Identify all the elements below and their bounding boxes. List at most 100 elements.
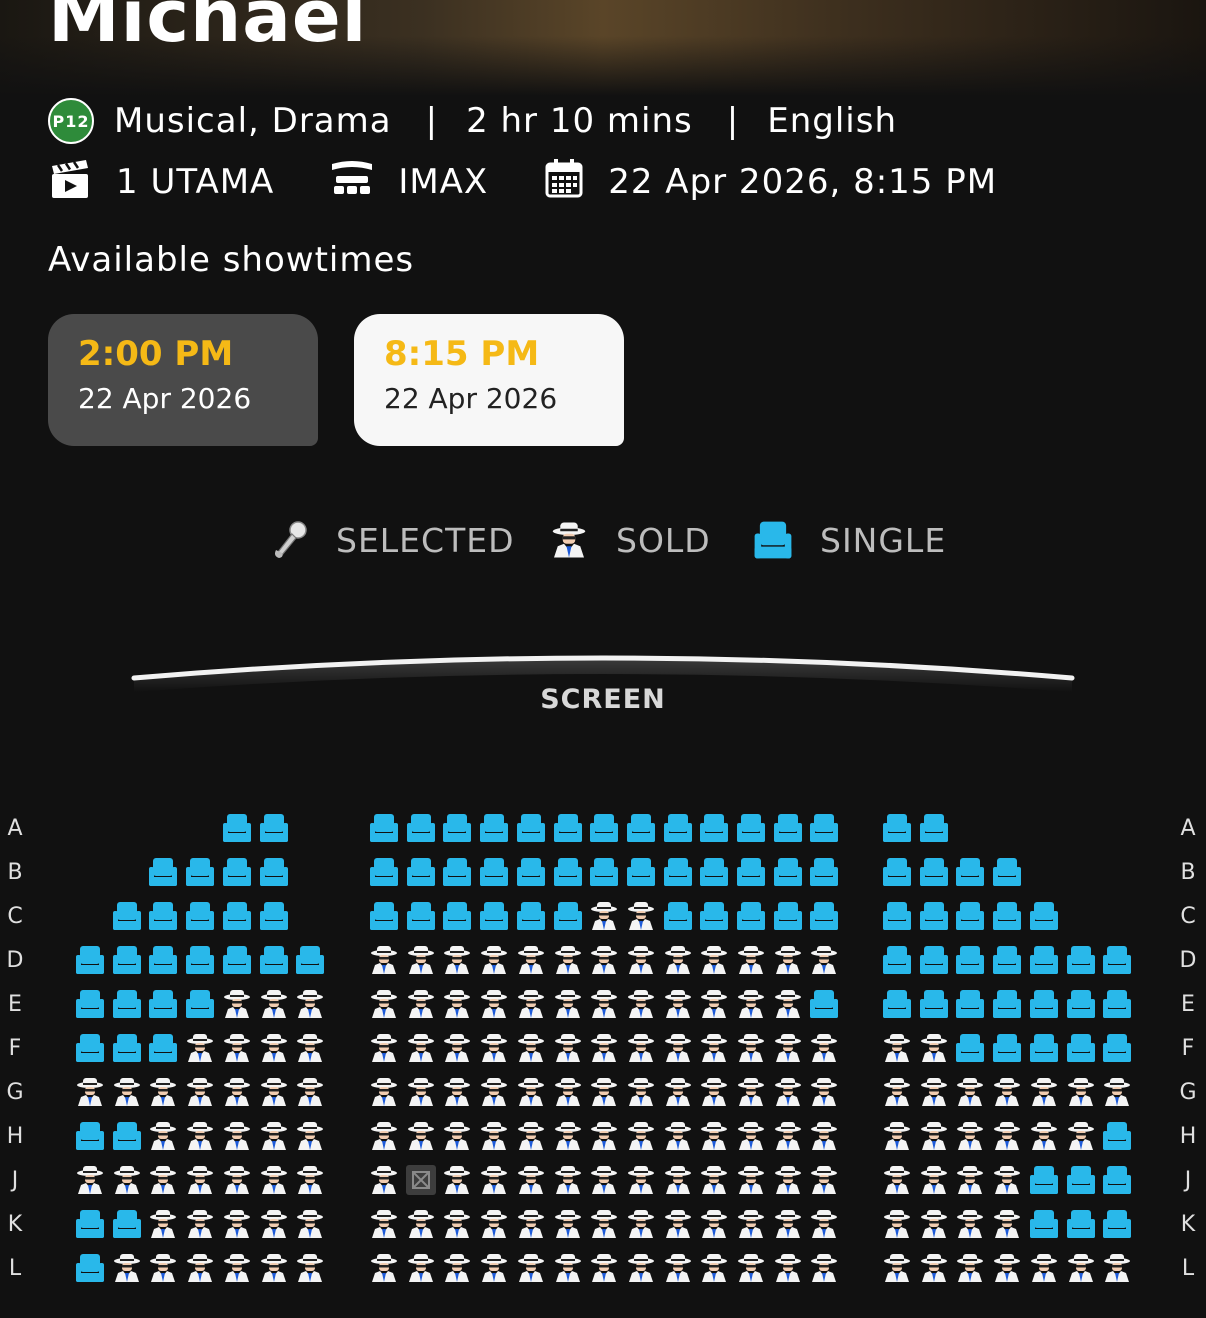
seat-available[interactable] xyxy=(772,856,804,888)
seat-available[interactable] xyxy=(184,856,216,888)
seat-available[interactable] xyxy=(1065,988,1097,1020)
seat-available[interactable] xyxy=(1101,1208,1133,1240)
seat-available[interactable] xyxy=(221,900,253,932)
seat-available[interactable] xyxy=(918,944,950,976)
seat-available[interactable] xyxy=(147,988,179,1020)
seat-available[interactable] xyxy=(111,1120,143,1152)
seat-available[interactable] xyxy=(698,812,730,844)
seat-available[interactable] xyxy=(735,812,767,844)
seat-available[interactable] xyxy=(808,988,840,1020)
seat-available[interactable] xyxy=(881,944,913,976)
seat-available[interactable] xyxy=(147,1032,179,1064)
seat-available[interactable] xyxy=(147,856,179,888)
seat-available[interactable] xyxy=(111,900,143,932)
seat-available[interactable] xyxy=(881,856,913,888)
seat-available[interactable] xyxy=(1028,900,1060,932)
seat-available[interactable] xyxy=(918,856,950,888)
seat-available[interactable] xyxy=(991,856,1023,888)
seat-available[interactable] xyxy=(294,944,326,976)
seat-available[interactable] xyxy=(991,944,1023,976)
seat-available[interactable] xyxy=(625,812,657,844)
seat-available[interactable] xyxy=(368,812,400,844)
seat-available[interactable] xyxy=(368,900,400,932)
seat-available[interactable] xyxy=(74,944,106,976)
seat-available[interactable] xyxy=(954,988,986,1020)
seat-available[interactable] xyxy=(478,812,510,844)
seat-available[interactable] xyxy=(515,900,547,932)
seat-available[interactable] xyxy=(991,900,1023,932)
seat-available[interactable] xyxy=(588,812,620,844)
seat-available[interactable] xyxy=(808,812,840,844)
seat-available[interactable] xyxy=(478,900,510,932)
seat-available[interactable] xyxy=(552,856,584,888)
seat-available[interactable] xyxy=(662,812,694,844)
seat-available[interactable] xyxy=(184,988,216,1020)
showtime-card-2pm[interactable]: 2:00 PM 22 Apr 2026 xyxy=(48,314,318,446)
seat-available[interactable] xyxy=(954,900,986,932)
seat-available[interactable] xyxy=(111,988,143,1020)
seat-available[interactable] xyxy=(258,856,290,888)
seat-available[interactable] xyxy=(1028,1208,1060,1240)
seat-available[interactable] xyxy=(662,856,694,888)
seat-available[interactable] xyxy=(147,944,179,976)
showtime-card-815pm[interactable]: 8:15 PM 22 Apr 2026 xyxy=(354,314,624,446)
seat-available[interactable] xyxy=(258,944,290,976)
seat-available[interactable] xyxy=(1101,1120,1133,1152)
seat-available[interactable] xyxy=(221,856,253,888)
seat-available[interactable] xyxy=(184,900,216,932)
seat-available[interactable] xyxy=(772,900,804,932)
seat-available[interactable] xyxy=(1028,1032,1060,1064)
seat-available[interactable] xyxy=(515,856,547,888)
seat-available[interactable] xyxy=(441,856,473,888)
seat-available[interactable] xyxy=(1065,1208,1097,1240)
seat-available[interactable] xyxy=(552,900,584,932)
seat-available[interactable] xyxy=(698,856,730,888)
seat-available[interactable] xyxy=(515,812,547,844)
seat-available[interactable] xyxy=(954,1032,986,1064)
seat-available[interactable] xyxy=(74,1120,106,1152)
seat-available[interactable] xyxy=(1101,944,1133,976)
seat-available[interactable] xyxy=(1028,944,1060,976)
seat-available[interactable] xyxy=(405,812,437,844)
seat-available[interactable] xyxy=(478,856,510,888)
seat-available[interactable] xyxy=(588,856,620,888)
seat-available[interactable] xyxy=(184,944,216,976)
seat-available[interactable] xyxy=(74,988,106,1020)
seat-available[interactable] xyxy=(625,856,657,888)
seat-available[interactable] xyxy=(221,944,253,976)
seat-available[interactable] xyxy=(772,812,804,844)
seat-available[interactable] xyxy=(258,900,290,932)
seat-available[interactable] xyxy=(111,1032,143,1064)
seat-available[interactable] xyxy=(918,900,950,932)
seat-available[interactable] xyxy=(441,812,473,844)
seat-available[interactable] xyxy=(74,1252,106,1284)
seat-available[interactable] xyxy=(405,900,437,932)
seat-available[interactable] xyxy=(368,856,400,888)
seat-available[interactable] xyxy=(881,812,913,844)
seat-available[interactable] xyxy=(918,988,950,1020)
seat-available[interactable] xyxy=(808,900,840,932)
seat-available[interactable] xyxy=(258,812,290,844)
seat-available[interactable] xyxy=(735,856,767,888)
seat-available[interactable] xyxy=(918,812,950,844)
seat-available[interactable] xyxy=(662,900,694,932)
seat-available[interactable] xyxy=(1065,1032,1097,1064)
seat-available[interactable] xyxy=(147,900,179,932)
seat-available[interactable] xyxy=(405,856,437,888)
seat-available[interactable] xyxy=(735,900,767,932)
seat-available[interactable] xyxy=(74,1208,106,1240)
seat-available[interactable] xyxy=(1028,988,1060,1020)
seat-available[interactable] xyxy=(1101,1032,1133,1064)
seat-available[interactable] xyxy=(111,944,143,976)
seat-available[interactable] xyxy=(552,812,584,844)
seat-available[interactable] xyxy=(441,900,473,932)
seat-available[interactable] xyxy=(111,1208,143,1240)
seat-available[interactable] xyxy=(1065,944,1097,976)
seat-available[interactable] xyxy=(1101,1164,1133,1196)
seat-available[interactable] xyxy=(991,988,1023,1020)
seat-available[interactable] xyxy=(221,812,253,844)
seat-available[interactable] xyxy=(74,1032,106,1064)
seat-available[interactable] xyxy=(954,856,986,888)
seat-available[interactable] xyxy=(881,900,913,932)
seat-available[interactable] xyxy=(1028,1164,1060,1196)
